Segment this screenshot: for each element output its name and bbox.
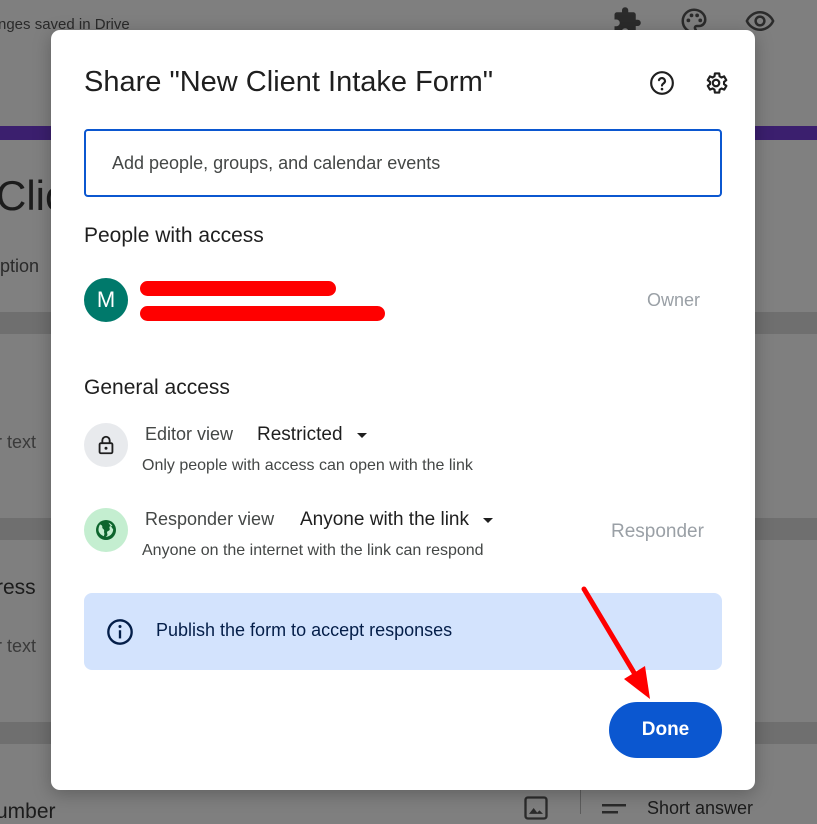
globe-icon <box>96 520 116 540</box>
redacted-name <box>140 281 336 296</box>
editor-view-label: Editor view <box>145 424 234 444</box>
editor-access-value: Restricted <box>257 424 343 445</box>
responder-view-label: Responder view <box>145 509 275 529</box>
form-description: iption <box>0 256 40 276</box>
editor-access-description: Only people with access can open with th… <box>142 457 473 474</box>
question-type-label: Short answer <box>647 798 754 818</box>
answer-placeholder: r text <box>0 636 37 656</box>
lock-icon <box>98 435 114 455</box>
answer-placeholder: r text <box>0 432 37 452</box>
avatar: M <box>84 278 128 322</box>
short-answer-icon <box>602 804 626 814</box>
question-title: umber <box>0 800 56 823</box>
divider <box>580 790 581 814</box>
share-dialog: Share "New Client Intake Form" People wi… <box>51 30 755 790</box>
publish-notice-text: Publish the form to accept responses <box>156 620 453 640</box>
image-icon <box>524 796 548 820</box>
responder-role-label: Responder <box>611 521 704 542</box>
dropdown-arrow-icon <box>483 517 493 523</box>
general-access-heading: General access <box>84 376 230 399</box>
done-button[interactable]: Done <box>609 702 722 758</box>
gear-icon <box>706 72 728 94</box>
help-button[interactable] <box>647 68 677 98</box>
editor-access-dropdown[interactable]: Restricted <box>257 424 367 446</box>
info-icon <box>107 619 133 645</box>
publish-notice: Publish the form to accept responses <box>84 593 722 670</box>
responder-access-icon <box>84 508 128 552</box>
dialog-title: Share "New Client Intake Form" <box>84 66 494 98</box>
help-circle-icon <box>650 71 674 95</box>
responder-access-description: Anyone on the internet with the link can… <box>142 542 484 559</box>
responder-access-value: Anyone with the link <box>300 509 469 530</box>
redacted-email <box>140 306 385 321</box>
editor-access-icon <box>84 423 128 467</box>
owner-role-label: Owner <box>647 290 701 310</box>
people-with-access-heading: People with access <box>84 224 264 247</box>
question-title: ress <box>0 576 36 599</box>
settings-button[interactable] <box>701 68 731 98</box>
add-people-input[interactable] <box>84 129 722 197</box>
responder-access-dropdown[interactable]: Anyone with the link <box>300 509 493 531</box>
dropdown-arrow-icon <box>356 432 367 438</box>
